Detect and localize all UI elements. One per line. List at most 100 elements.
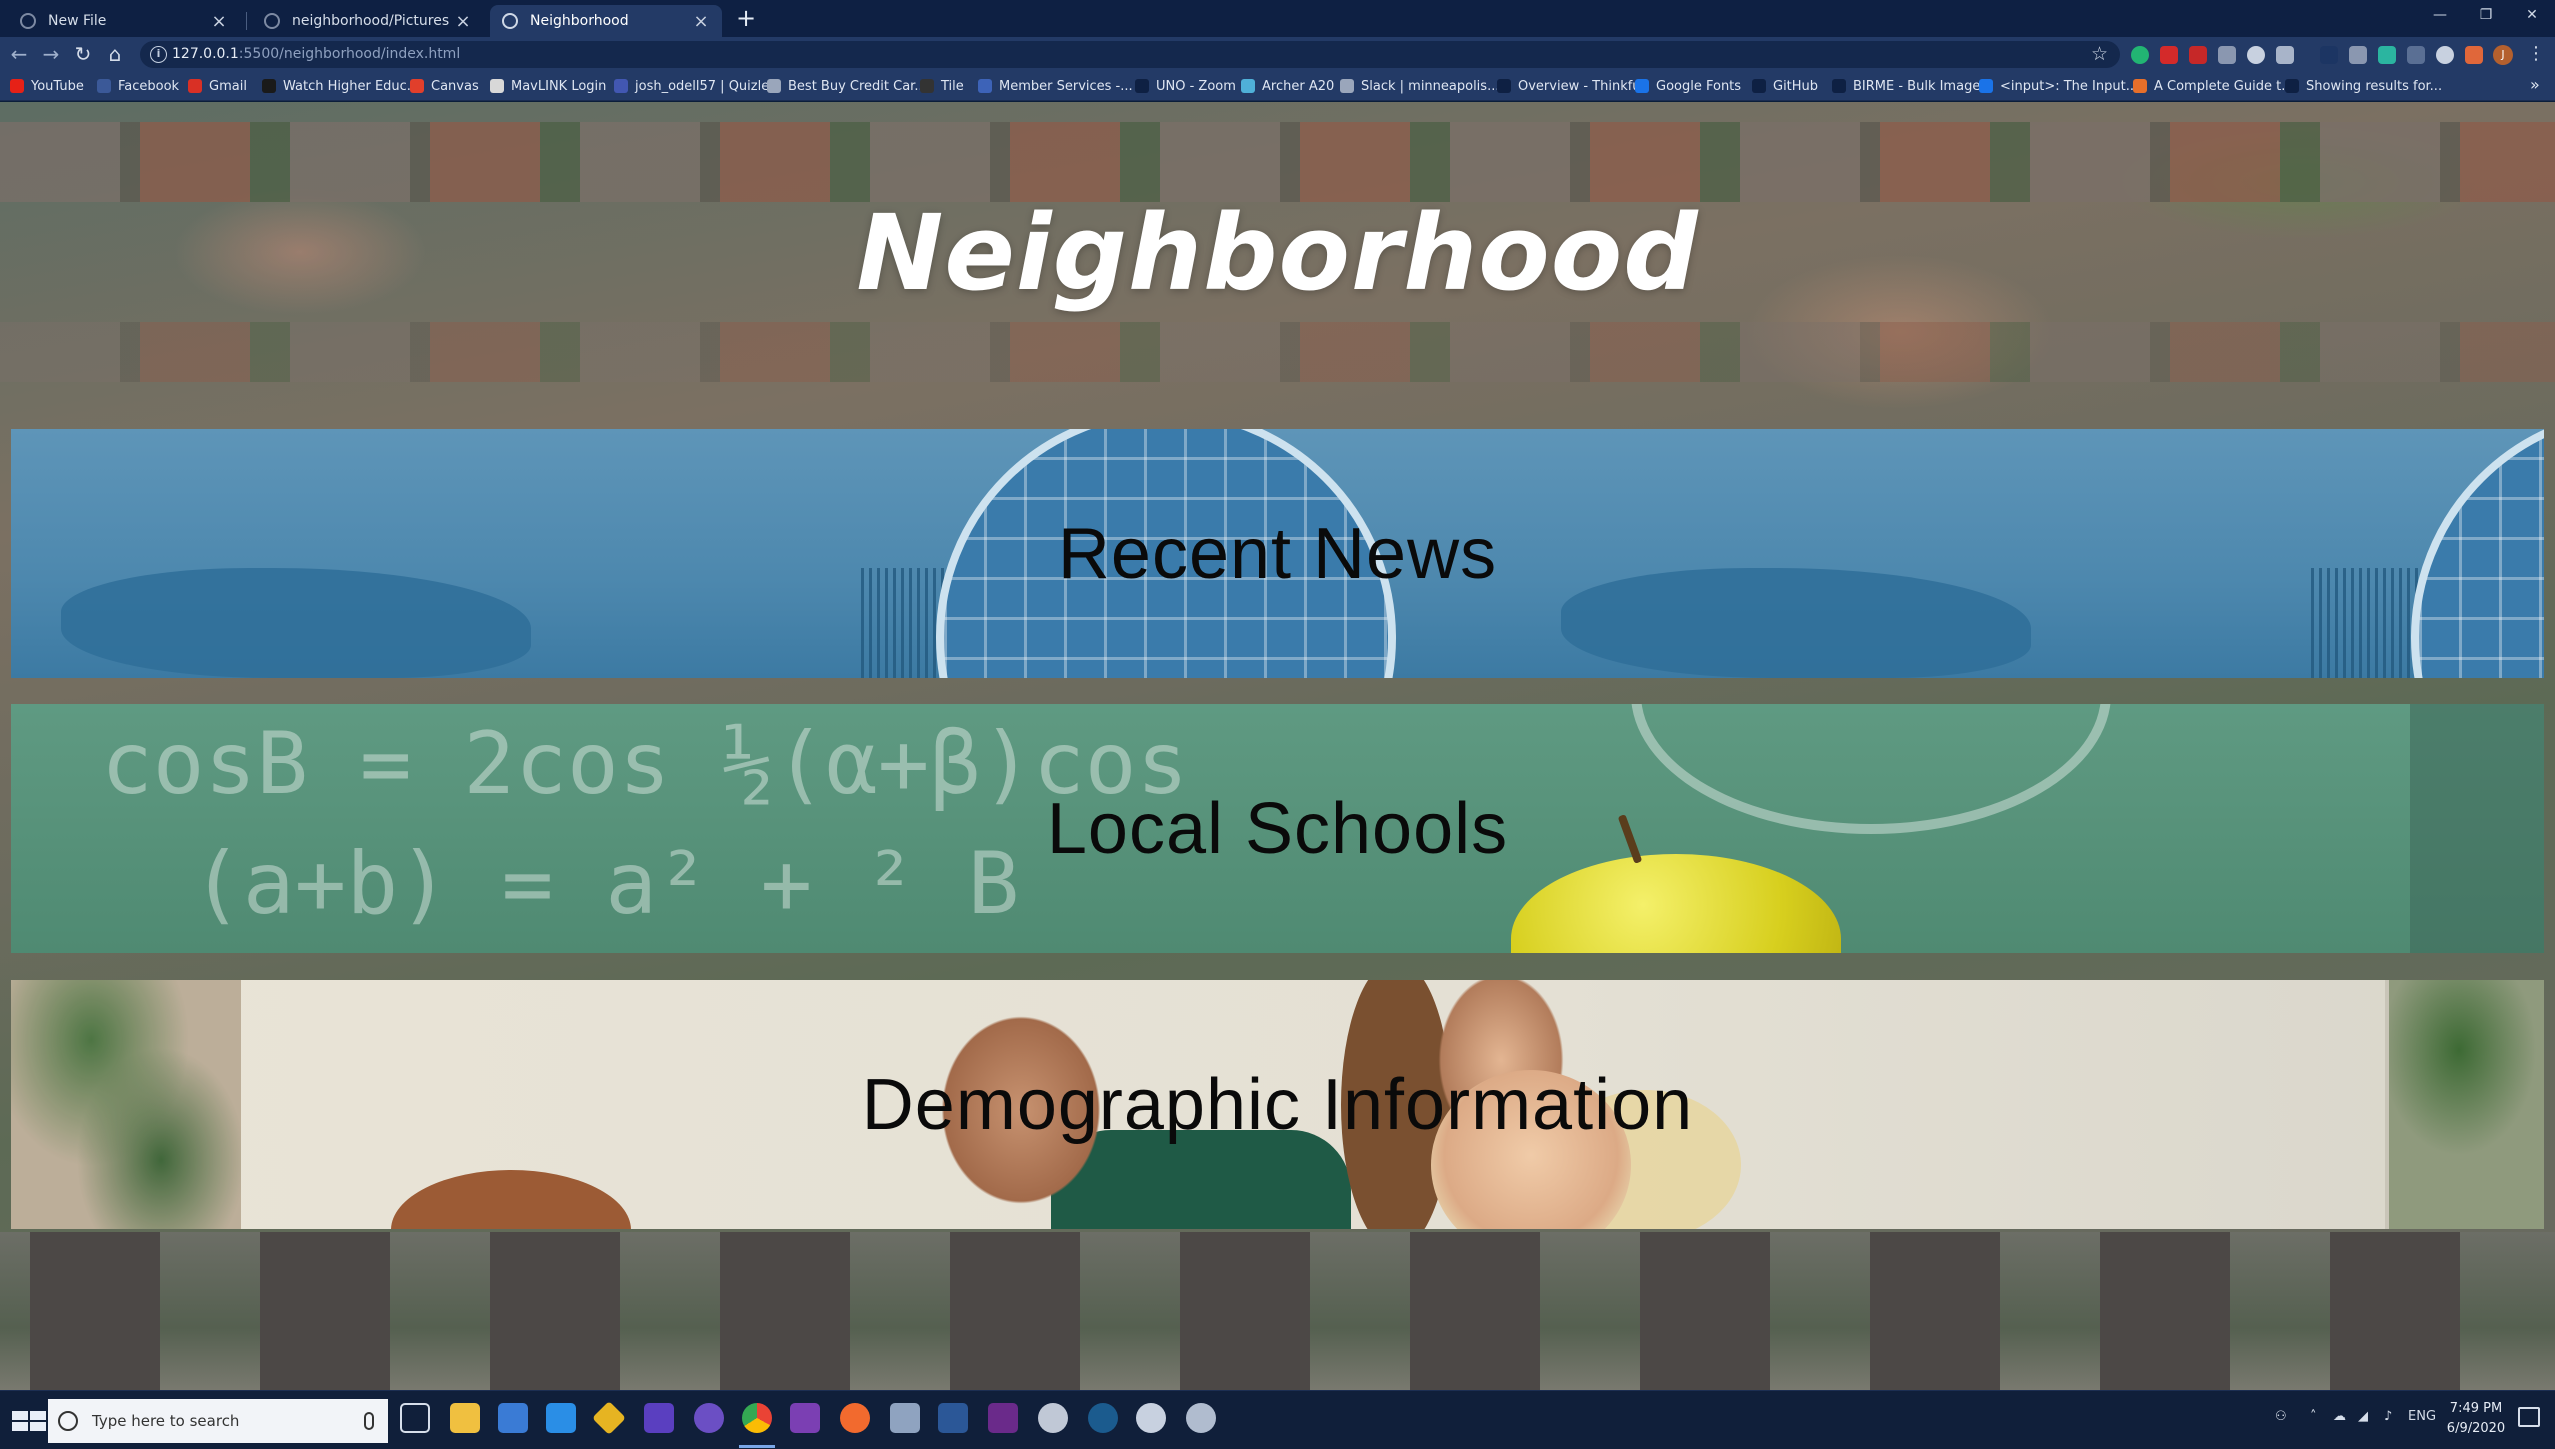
extension-icon[interactable] (2160, 46, 2178, 64)
onedrive-icon[interactable]: ☁ (2333, 1409, 2346, 1424)
onenote-icon[interactable] (790, 1403, 820, 1433)
volume-icon[interactable]: ♪ (2384, 1409, 2392, 1424)
bookmark-item[interactable]: Best Buy Credit Car... (767, 77, 927, 95)
extension-icon[interactable] (2218, 46, 2236, 64)
back-button[interactable]: ← (6, 41, 32, 67)
recent-news-section[interactable]: Recent News (11, 429, 2544, 678)
bookmark-item[interactable]: GitHub (1752, 77, 1818, 95)
chrome-icon[interactable] (742, 1403, 772, 1433)
bookmark-favicon-icon (188, 79, 202, 93)
minimize-button[interactable]: — (2417, 0, 2463, 30)
app-icon[interactable] (1136, 1403, 1166, 1433)
extension-icon[interactable] (2276, 46, 2294, 64)
bookmark-item[interactable]: Tile (920, 77, 964, 95)
task-view-icon[interactable] (400, 1403, 430, 1433)
bookmark-item[interactable]: Watch Higher Educ... (262, 77, 419, 95)
network-icon[interactable]: ◢ (2358, 1409, 2368, 1424)
postman-icon[interactable] (840, 1403, 870, 1433)
bookmark-label: GitHub (1773, 78, 1819, 94)
bookmark-item[interactable]: Showing results for... (2285, 77, 2442, 95)
bookmark-star-icon[interactable]: ☆ (2091, 43, 2108, 65)
notification-center-icon[interactable] (2518, 1407, 2540, 1427)
section-label: Local Schools (1046, 788, 1509, 869)
bookmark-item[interactable]: Slack | minneapolis... (1340, 77, 1499, 95)
section-label: Demographic Information (861, 1064, 1694, 1145)
file-explorer-icon[interactable] (450, 1403, 480, 1433)
browser-toolbar: ← → ↻ ⌂ i 127.0.0.1:5500/neighborhood/in… (0, 37, 2555, 71)
bookmark-item[interactable]: Facebook (97, 77, 179, 95)
close-icon[interactable]: × (692, 11, 710, 32)
tab-separator (246, 12, 247, 30)
bookmark-item[interactable]: Canvas (410, 77, 479, 95)
extension-icon[interactable] (2407, 46, 2425, 64)
bookmark-favicon-icon (1832, 79, 1846, 93)
microphone-icon[interactable] (364, 1412, 374, 1430)
close-icon[interactable]: × (210, 11, 228, 32)
extension-icon[interactable] (2436, 46, 2454, 64)
bookmark-item[interactable]: josh_odell57 | Quizlet (614, 77, 774, 95)
sourcetree-icon[interactable] (592, 1401, 626, 1435)
app-icon[interactable] (694, 1403, 724, 1433)
bookmark-item[interactable]: Gmail (188, 77, 247, 95)
settings-icon[interactable] (1038, 1403, 1068, 1433)
demographic-information-section[interactable]: Demographic Information (11, 980, 2544, 1229)
more-bookmarks-icon[interactable]: » (2530, 75, 2540, 94)
bookmark-item[interactable]: UNO - Zoom (1135, 77, 1236, 95)
menu-icon[interactable]: ⋮ (2527, 43, 2545, 64)
houses-photo (0, 1232, 2555, 1390)
app-icon[interactable] (1186, 1403, 1216, 1433)
reload-button[interactable]: ↻ (70, 41, 96, 67)
bookmark-item[interactable]: <input>: The Input... (1979, 77, 2138, 95)
bookmark-label: Watch Higher Educ... (283, 78, 420, 94)
bookmark-label: Showing results for... (2306, 78, 2443, 94)
local-schools-section[interactable]: cosB = 2cos ½(α+β)cos (a+b) = a² + ² B L… (11, 704, 2544, 953)
bookmark-item[interactable]: Archer A20 (1241, 77, 1334, 95)
windows-start-icon[interactable] (8, 1401, 48, 1441)
bookmark-label: Gmail (209, 78, 247, 94)
bookmark-favicon-icon (2133, 79, 2147, 93)
bookmark-item[interactable]: A Complete Guide t... (2133, 77, 2294, 95)
close-icon[interactable]: × (454, 11, 472, 32)
new-tab-button[interactable]: + (732, 4, 760, 32)
vscode-icon[interactable] (546, 1403, 576, 1433)
store-icon[interactable] (498, 1403, 528, 1433)
system-clock[interactable]: 7:49 PM 6/9/2020 (2441, 1399, 2511, 1439)
forward-button[interactable]: → (38, 41, 64, 67)
family-photo (391, 1170, 631, 1229)
close-window-button[interactable]: ✕ (2509, 0, 2555, 30)
taskbar-search[interactable]: Type here to search (48, 1399, 388, 1443)
info-icon[interactable]: i (150, 46, 167, 63)
app-icon[interactable] (890, 1403, 920, 1433)
language-indicator[interactable]: ENG (2408, 1409, 2436, 1424)
steam-icon[interactable] (1088, 1403, 1118, 1433)
bookmark-favicon-icon (920, 79, 934, 93)
bookmark-item[interactable]: YouTube (10, 77, 84, 95)
bookmark-item[interactable]: BIRME - Bulk Image... (1832, 77, 1993, 95)
tab-new-file[interactable]: New File × (8, 5, 240, 37)
extension-icon[interactable] (2378, 46, 2396, 64)
bookmark-item[interactable]: MavLINK Login (490, 77, 606, 95)
bookmark-item[interactable]: Overview - Thinkful (1497, 77, 1644, 95)
tab-neighborhood[interactable]: Neighborhood × (490, 5, 722, 37)
address-bar[interactable]: i 127.0.0.1:5500/neighborhood/index.html… (140, 41, 2120, 68)
extension-icon[interactable] (2189, 46, 2207, 64)
app-icon[interactable] (644, 1403, 674, 1433)
word-icon[interactable] (938, 1403, 968, 1433)
grammarly-icon[interactable] (2131, 46, 2149, 64)
extension-icon[interactable] (2247, 46, 2265, 64)
extension-icon[interactable] (2320, 46, 2338, 64)
home-button[interactable]: ⌂ (102, 41, 128, 67)
show-hidden-icons[interactable]: ˄ (2310, 1409, 2317, 1424)
tab-neighborhood-pictures[interactable]: neighborhood/Pictures at master × (252, 5, 484, 37)
app-icon[interactable] (988, 1403, 1018, 1433)
bookmark-item[interactable]: Member Services -... (978, 77, 1133, 95)
extension-icon[interactable] (2349, 46, 2367, 64)
github-icon (20, 13, 36, 29)
restore-button[interactable]: ❐ (2463, 0, 2509, 30)
page-content: Neighborhood Recent News cosB = 2cos ½(α… (0, 102, 2555, 1390)
bookmark-label: Tile (941, 78, 964, 94)
profile-avatar[interactable]: J (2493, 45, 2513, 65)
people-icon[interactable]: ⚇ (2275, 1409, 2287, 1424)
extension-icon[interactable] (2465, 46, 2483, 64)
bookmark-item[interactable]: Google Fonts (1635, 77, 1741, 95)
